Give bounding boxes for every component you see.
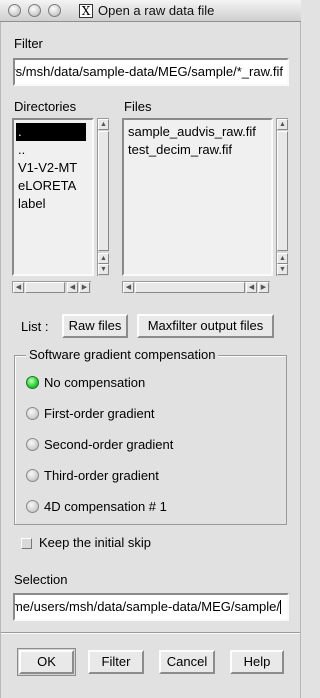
radio-label[interactable]: Third-order gradient	[44, 468, 159, 483]
scroll-up-arrow-icon[interactable]: ▲	[98, 119, 109, 130]
files-label: Files	[124, 99, 152, 114]
x11-app-icon: X	[79, 4, 93, 18]
keep-initial-skip-checkbox[interactable]	[21, 538, 32, 549]
ok-button[interactable]: OK	[19, 650, 74, 674]
directories-list[interactable]: . .. V1-V2-MT eLORETA label	[12, 118, 94, 276]
scroll-down-arrow-icon[interactable]: ▼	[98, 264, 109, 275]
directories-hscroll-thumb[interactable]	[25, 282, 65, 293]
files-list[interactable]: sample_audvis_raw.fif test_decim_raw.fif	[122, 118, 273, 276]
radio-first-order-gradient[interactable]	[26, 407, 39, 420]
radio-label[interactable]: Second-order gradient	[44, 437, 173, 452]
scroll-right-arrow-icon[interactable]: ▶	[79, 282, 90, 293]
directory-item[interactable]: label	[16, 195, 90, 213]
scroll-left-arrow-icon[interactable]: ◀	[123, 282, 134, 293]
files-vscroll-thumb[interactable]	[277, 131, 288, 251]
files-hscrollbar[interactable]: ◀ ◀ ▶	[122, 281, 270, 293]
radio-third-order-gradient[interactable]	[26, 469, 39, 482]
cancel-button[interactable]: Cancel	[159, 650, 215, 674]
scroll-right-arrow-icon[interactable]: ▶	[258, 282, 269, 293]
directory-item[interactable]: eLORETA	[16, 177, 90, 195]
radio-label[interactable]: 4D compensation # 1	[44, 499, 167, 514]
radio-label[interactable]: No compensation	[44, 375, 145, 390]
raw-files-button[interactable]: Raw files	[62, 314, 128, 338]
scroll-left-arrow-icon[interactable]: ◀	[246, 282, 257, 293]
gradient-compensation-title: Software gradient compensation	[26, 347, 219, 362]
zoom-window-icon[interactable]	[48, 4, 61, 17]
directories-label: Directories	[14, 99, 77, 114]
list-label: List :	[21, 319, 49, 334]
filter-input[interactable]: /home/users/msh/data/sample-data/MEG/sam…	[13, 58, 289, 86]
selection-label: Selection	[14, 572, 68, 587]
selection-value: /home/users/msh/data/sample-data/MEG/sam…	[13, 599, 280, 614]
directories-vscroll-thumb[interactable]	[98, 131, 109, 251]
scroll-up-arrow-icon[interactable]: ▲	[277, 253, 288, 264]
filter-label: Filter	[14, 36, 43, 51]
file-item[interactable]: sample_audvis_raw.fif	[126, 123, 269, 141]
radio-second-order-gradient[interactable]	[26, 438, 39, 451]
divider	[1, 632, 300, 634]
close-window-icon[interactable]	[8, 4, 21, 17]
text-cursor	[280, 600, 281, 614]
radio-no-compensation[interactable]	[26, 376, 39, 389]
scroll-up-arrow-icon[interactable]: ▲	[98, 253, 109, 264]
keep-initial-skip-label[interactable]: Keep the initial skip	[39, 535, 151, 550]
scroll-down-arrow-icon[interactable]: ▼	[277, 264, 288, 275]
directory-item[interactable]: V1-V2-MT	[16, 159, 90, 177]
radio-label[interactable]: First-order gradient	[44, 406, 155, 421]
title-bar: X Open a raw data file	[0, 0, 301, 22]
filter-button[interactable]: Filter	[88, 650, 144, 674]
files-hscroll-thumb[interactable]	[135, 282, 245, 293]
directory-item[interactable]: ..	[16, 141, 90, 159]
maxfilter-output-files-button[interactable]: Maxfilter output files	[137, 314, 274, 338]
files-vscrollbar[interactable]: ▲ ▲ ▼	[276, 118, 288, 276]
minimize-window-icon[interactable]	[28, 4, 41, 17]
help-button[interactable]: Help	[230, 650, 284, 674]
window-title: Open a raw data file	[98, 3, 215, 18]
radio-4d-compensation[interactable]	[26, 500, 39, 513]
directory-item[interactable]: .	[16, 123, 86, 141]
file-item[interactable]: test_decim_raw.fif	[126, 141, 269, 159]
scroll-left-arrow-icon[interactable]: ◀	[67, 282, 78, 293]
scroll-up-arrow-icon[interactable]: ▲	[277, 119, 288, 130]
dialog-body: Filter /home/users/msh/data/sample-data/…	[0, 22, 301, 698]
filter-value: /home/users/msh/data/sample-data/MEG/sam…	[13, 64, 283, 79]
selection-input[interactable]: /home/users/msh/data/sample-data/MEG/sam…	[13, 593, 289, 621]
directories-hscrollbar[interactable]: ◀ ◀ ▶	[12, 281, 91, 293]
directories-vscrollbar[interactable]: ▲ ▲ ▼	[97, 118, 109, 276]
scroll-left-arrow-icon[interactable]: ◀	[13, 282, 24, 293]
